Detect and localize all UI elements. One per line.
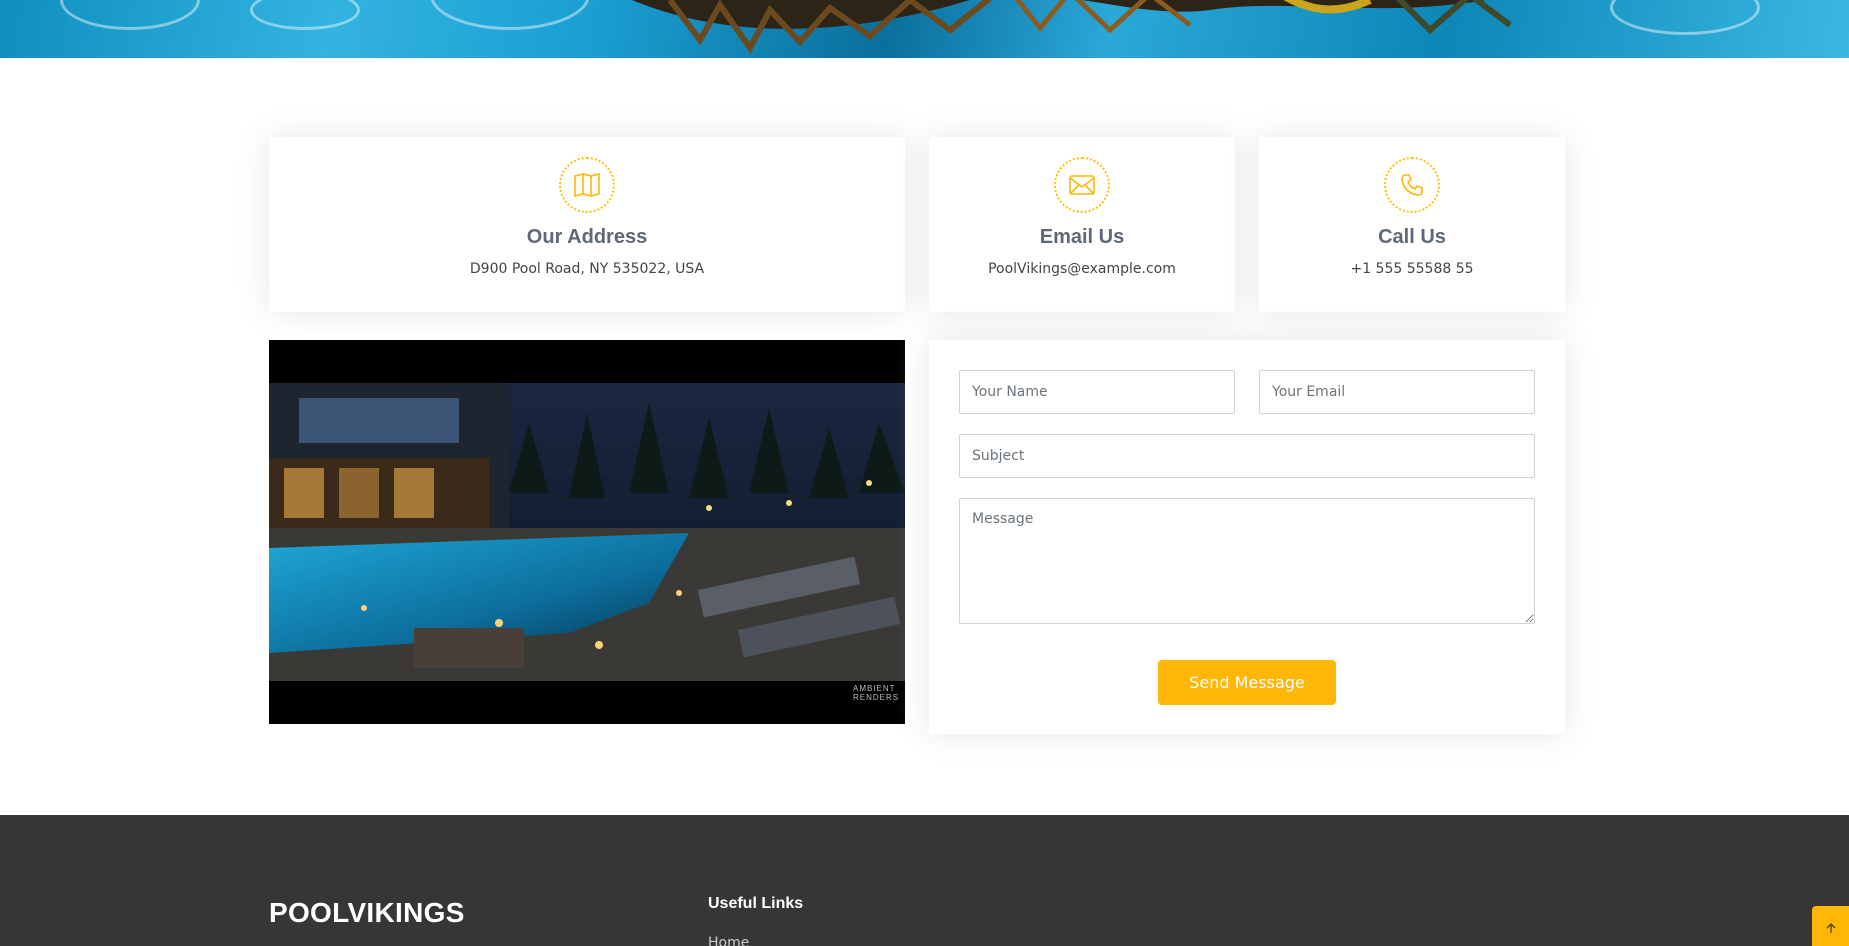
contact-form: Send Message <box>929 340 1565 734</box>
phone-title: Call Us <box>1378 226 1446 248</box>
phone-text[interactable]: +1 555 55588 55 <box>1259 261 1565 277</box>
send-message-button[interactable]: Send Message <box>1158 660 1336 705</box>
back-to-top-button[interactable] <box>1812 906 1849 946</box>
banner-artwork <box>632 0 1512 54</box>
photo-watermark: AMBIENT RENDERS <box>853 684 900 702</box>
useful-links-heading: Useful Links <box>708 895 804 912</box>
arrow-up-icon <box>1826 923 1835 933</box>
email-card: Email Us PoolVikings@example.com <box>929 137 1235 312</box>
envelope-icon <box>1054 157 1110 213</box>
message-textarea[interactable] <box>959 498 1535 624</box>
watermark-line-2: RENDERS <box>853 693 900 702</box>
subject-input[interactable] <box>959 434 1535 478</box>
address-title: Our Address <box>526 226 648 248</box>
email-title: Email Us <box>1039 226 1125 248</box>
address-card: Our Address D900 Pool Road, NY 535022, U… <box>269 137 905 312</box>
name-input[interactable] <box>959 370 1235 414</box>
map-icon <box>559 157 615 213</box>
watermark-line-1: AMBIENT <box>853 684 896 693</box>
phone-icon <box>1384 157 1440 213</box>
footer: POOLVIKINGS Useful Links Home <box>0 815 1849 946</box>
footer-brand[interactable]: POOLVIKINGS <box>269 897 465 929</box>
pool-scene <box>269 383 905 681</box>
email-input[interactable] <box>1259 370 1535 414</box>
footer-link-home[interactable]: Home <box>708 935 749 946</box>
address-text: D900 Pool Road, NY 535022, USA <box>469 261 705 277</box>
pool-photo: AMBIENT RENDERS <box>269 340 905 724</box>
hero-banner <box>0 0 1849 58</box>
phone-card: Call Us +1 555 55588 55 <box>1259 137 1565 312</box>
email-text[interactable]: PoolVikings@example.com <box>929 261 1235 277</box>
